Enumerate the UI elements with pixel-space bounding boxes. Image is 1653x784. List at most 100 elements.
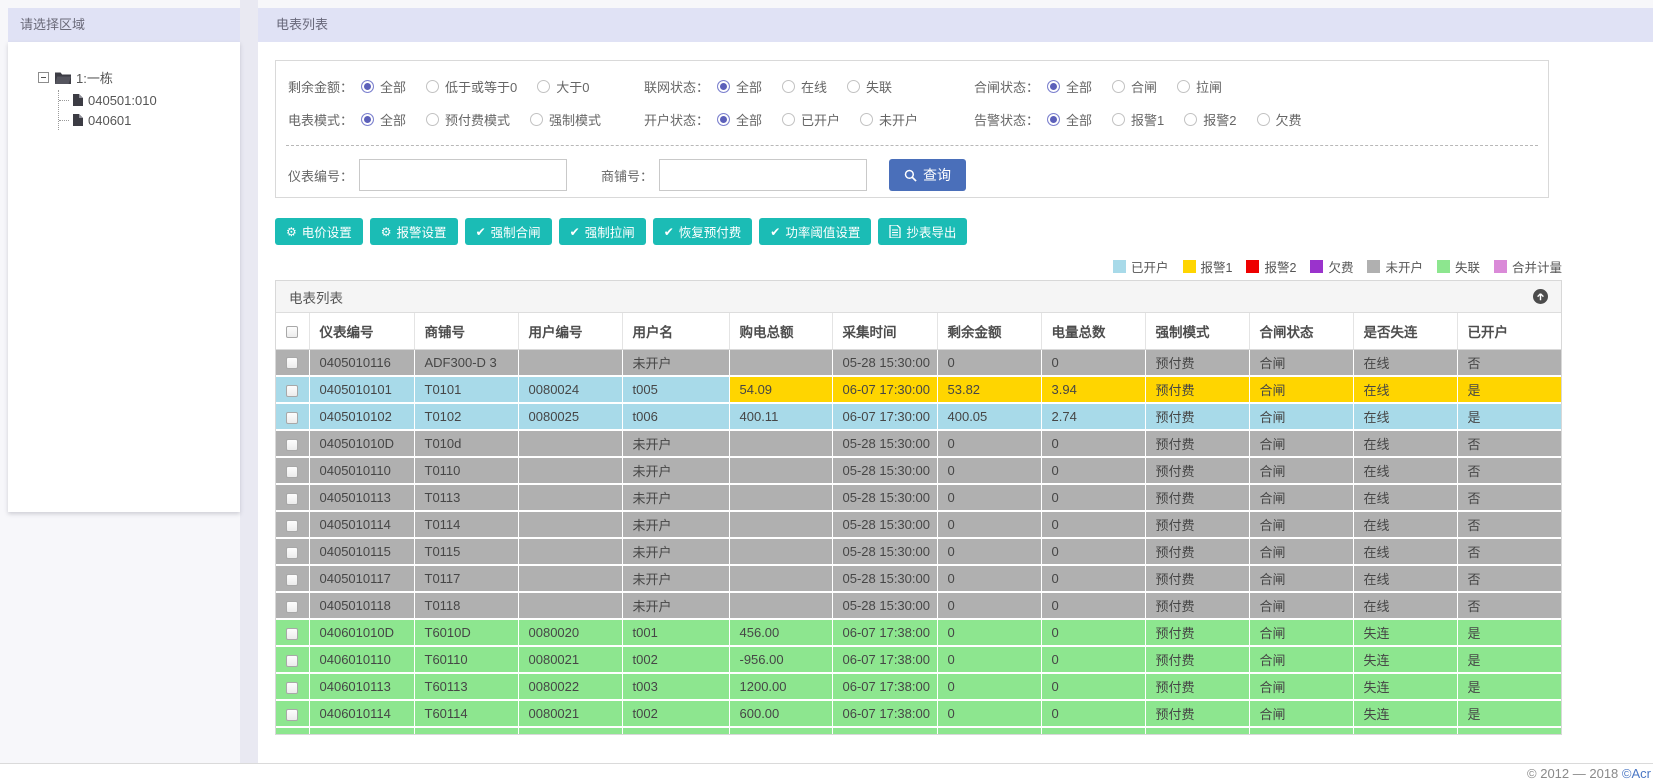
table-row[interactable]: 0406010115T601150080023t0042444.0006-07 … xyxy=(276,727,1561,734)
table-row[interactable]: 040601010D T6010D 0080020 t001 456.00 06-07 1… xyxy=(276,619,1561,647)
radio-option[interactable]: 大于0 xyxy=(537,77,590,96)
file-icon xyxy=(73,94,83,106)
table-row[interactable]: 0405010102 T0102 0080025 t006 400.11 06-07 17… xyxy=(276,403,1561,431)
search-input[interactable] xyxy=(359,159,568,191)
row-checkbox[interactable] xyxy=(286,438,299,451)
row-checkbox[interactable] xyxy=(286,573,299,586)
radio-option[interactable]: 在线 xyxy=(782,77,827,96)
table-row[interactable]: 0405010118 T0118 未开户 05-28 15:30:00 0 0 预付费 合闸在… xyxy=(276,592,1561,620)
radio-option[interactable]: 全部 xyxy=(717,110,762,129)
radio-icon xyxy=(860,113,874,126)
row-checkbox[interactable] xyxy=(286,681,299,694)
row-checkbox[interactable] xyxy=(286,546,299,559)
tree-node[interactable]: 040601 xyxy=(59,110,240,130)
table-cell xyxy=(729,484,833,512)
radio-option[interactable]: 全部 xyxy=(361,110,406,129)
toolbar-button[interactable]: ✔ 强制合闸 xyxy=(464,218,552,245)
table-row[interactable]: 0405010115 T0115 未开户 05-28 15:30:00 0 0 预付费 合闸在… xyxy=(276,538,1561,566)
toolbar-button[interactable]: ✔ 功率阈值设置 xyxy=(759,218,872,245)
table-cell: 0 xyxy=(1041,646,1146,674)
table-header-row: 仪表编号 商铺号 用户编号 用户名 购电总额 采集时间 剩余金额 电量总数 强制模式 合闸状态 是否… xyxy=(276,313,1561,350)
search-input[interactable] xyxy=(659,159,868,191)
row-checkbox-cell xyxy=(276,376,310,404)
table-row[interactable]: 0405010114 T0114 未开户 05-28 15:30:00 0 0 预付费 合闸在… xyxy=(276,511,1561,539)
radio-option[interactable]: 未开户 xyxy=(860,110,918,129)
table-cell: t003 xyxy=(622,673,730,701)
table-row[interactable]: 0405010110 T0110 未开户 05-28 15:30:00 0 0 预付费 合闸在… xyxy=(276,457,1561,485)
toolbar-button[interactable]: 抄表导出 xyxy=(878,218,968,245)
column-header: 合闸状态 xyxy=(1249,313,1354,350)
table-row[interactable]: 0405010117 T0117 未开户 05-28 15:30:00 0 0 预付费 合闸在… xyxy=(276,565,1561,593)
gear-icon: ⚙ xyxy=(380,224,392,239)
table-cell: 0080023 xyxy=(518,727,623,734)
table-row[interactable]: 0405010101 T0101 0080024 t005 54.09 06-07 17:… xyxy=(276,376,1561,404)
radio-option[interactable]: 合闸 xyxy=(1112,77,1157,96)
row-checkbox[interactable] xyxy=(286,708,299,721)
row-checkbox[interactable] xyxy=(286,357,299,370)
toolbar-button[interactable]: ✔ 恢复预付费 xyxy=(652,218,753,245)
table-row[interactable]: 0406010113 T60113 0080022 t003 1200.00 06-07 … xyxy=(276,673,1561,701)
toolbar-button[interactable]: ⚙ 电价设置 xyxy=(275,218,363,245)
table-cell xyxy=(518,484,623,512)
table-row[interactable]: 0405010116 ADF300-D 3 未开户 05-28 15:30:00 0 0 预… xyxy=(276,349,1561,377)
select-all-checkbox[interactable] xyxy=(286,325,299,338)
radio-option[interactable]: 报警1 xyxy=(1112,110,1164,129)
radio-option[interactable]: 全部 xyxy=(1047,110,1092,129)
row-checkbox[interactable] xyxy=(286,600,299,613)
table-row[interactable]: 040501010D T010d 未开户 05-28 15:30:00 0 0 预付费 合闸在… xyxy=(276,430,1561,458)
row-checkbox[interactable] xyxy=(286,654,299,667)
tree-connector xyxy=(59,99,69,101)
radio-option[interactable]: 强制模式 xyxy=(530,110,601,129)
query-button[interactable]: 查询 xyxy=(889,159,967,191)
table-row[interactable]: 0406010110 T60110 0080021 t002 -956.00 06-07 … xyxy=(276,646,1561,674)
radio-label: 在线 xyxy=(801,80,828,95)
table-cell: 预付费 xyxy=(1145,538,1250,566)
table-cell xyxy=(729,592,833,620)
file-icon xyxy=(73,114,83,126)
toolbar-button[interactable]: ✔ 强制拉闸 xyxy=(558,218,646,245)
filter-group: 剩余金额： 全部 低于或等于0 大于0 xyxy=(288,77,644,96)
filter-group-label: 告警状态： xyxy=(974,113,1040,128)
radio-icon xyxy=(1112,113,1126,126)
tree-node[interactable]: 040501:010 xyxy=(59,90,240,110)
row-checkbox[interactable] xyxy=(286,492,299,505)
collapse-icon[interactable] xyxy=(38,72,49,83)
footer-link[interactable]: ©Acr xyxy=(1622,766,1651,781)
radio-option[interactable]: 已开户 xyxy=(782,110,840,129)
tree-root-node[interactable]: 1:一栋 xyxy=(38,68,240,87)
radio-icon xyxy=(782,80,796,93)
column-header: 采集时间 xyxy=(832,313,938,350)
table-cell: 06-07 17:38:00 xyxy=(832,646,938,674)
table-cell: t004 xyxy=(622,727,730,734)
export-icon xyxy=(889,225,902,238)
radio-option[interactable]: 全部 xyxy=(1047,77,1092,96)
radio-label: 合闸 xyxy=(1131,80,1158,95)
row-checkbox[interactable] xyxy=(286,384,299,397)
row-checkbox[interactable] xyxy=(286,519,299,532)
column-header: 商铺号 xyxy=(414,313,519,350)
radio-option[interactable]: 低于或等于0 xyxy=(426,77,517,96)
folder-icon xyxy=(55,72,71,84)
radio-option[interactable]: 预付费模式 xyxy=(426,110,510,129)
table-row[interactable]: 0406010114 T60114 0080021 t002 600.00 06-07 1… xyxy=(276,700,1561,728)
table-cell: 0405010114 xyxy=(309,511,415,539)
radio-icon xyxy=(1177,80,1191,93)
collapse-up-icon[interactable] xyxy=(1533,289,1548,304)
table-row[interactable]: 0405010113 T0113 未开户 05-28 15:30:00 0 0 预付费 合闸在… xyxy=(276,484,1561,512)
radio-option[interactable]: 拉闸 xyxy=(1177,77,1222,96)
radio-option[interactable]: 欠费 xyxy=(1256,110,1302,129)
table-cell: 0405010117 xyxy=(309,565,415,593)
radio-option[interactable]: 全部 xyxy=(361,77,406,96)
radio-option[interactable]: 失联 xyxy=(847,77,892,96)
radio-option[interactable]: 报警2 xyxy=(1184,110,1237,129)
toolbar-button[interactable]: ⚙ 报警设置 xyxy=(369,218,458,245)
table-cell xyxy=(729,565,833,593)
row-checkbox[interactable] xyxy=(286,465,299,478)
radio-option[interactable]: 全部 xyxy=(717,77,762,96)
row-checkbox[interactable] xyxy=(286,411,299,424)
check-icon: ✔ xyxy=(569,224,580,239)
row-checkbox[interactable] xyxy=(286,627,299,640)
filter-group: 合闸状态： 全部 合闸 拉闸 xyxy=(974,77,1242,96)
check-icon: ✔ xyxy=(475,224,486,239)
table-cell: 在线 xyxy=(1353,511,1458,539)
